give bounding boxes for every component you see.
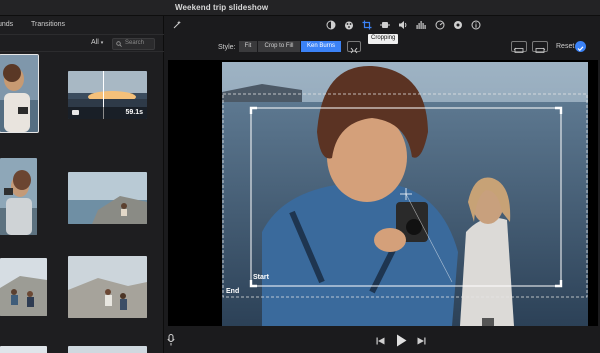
swap-arrows-icon bbox=[350, 47, 358, 54]
chevron-down-icon: ▾ bbox=[100, 40, 104, 46]
swap-start-end-button[interactable] bbox=[347, 41, 361, 54]
color-correction-icon[interactable] bbox=[344, 20, 354, 30]
tab-sounds[interactable]: unds bbox=[0, 21, 13, 28]
style-fit-button[interactable]: Fit bbox=[239, 41, 257, 52]
cropping-tooltip: Cropping bbox=[368, 34, 399, 44]
style-label: Style: bbox=[218, 44, 236, 51]
skip-forward-icon[interactable] bbox=[417, 337, 426, 345]
checkmark-icon bbox=[577, 46, 584, 52]
volume-icon[interactable] bbox=[398, 20, 408, 30]
tab-transitions[interactable]: Transitions bbox=[31, 21, 65, 28]
clip-thumbnail[interactable] bbox=[68, 346, 147, 353]
end-label: End bbox=[226, 288, 240, 295]
media-browser: unds Transitions All ▾ Search 59.1s bbox=[0, 16, 164, 353]
filter-dropdown[interactable]: All ▾ bbox=[91, 39, 103, 46]
clip-thumbnail[interactable] bbox=[0, 346, 47, 353]
start-label: Start bbox=[253, 274, 269, 281]
clip-thumbnail[interactable]: 59.1s bbox=[68, 71, 147, 119]
preview-stage: Start End bbox=[168, 60, 598, 326]
video-camera-icon bbox=[72, 110, 79, 115]
preview-image: Start End bbox=[222, 62, 588, 326]
info-icon[interactable] bbox=[471, 20, 481, 30]
playback-bar bbox=[165, 326, 600, 353]
apply-button[interactable] bbox=[575, 41, 586, 52]
browser-tabs: unds Transitions bbox=[0, 16, 164, 34]
style-crop-to-fill-button[interactable]: Crop to Fill bbox=[258, 41, 300, 52]
reset-button[interactable]: Reset bbox=[556, 43, 574, 50]
rotate-right-icon bbox=[535, 47, 546, 53]
filter-label: All bbox=[91, 39, 99, 46]
window-titlebar: Weekend trip slideshow bbox=[0, 0, 600, 16]
clip-info-bar: 59.1s bbox=[68, 107, 147, 119]
clip-thumbnail[interactable] bbox=[68, 172, 147, 224]
rotate-left-icon bbox=[513, 47, 524, 53]
color-balance-icon[interactable] bbox=[326, 20, 336, 30]
magic-wand-icon[interactable] bbox=[172, 20, 182, 30]
style-ken-burns-button[interactable]: Ken Burns bbox=[301, 41, 341, 52]
search-field[interactable]: Search bbox=[112, 38, 155, 50]
rotate-right-button[interactable] bbox=[532, 41, 548, 53]
search-icon bbox=[116, 41, 122, 47]
clip-thumbnail[interactable] bbox=[0, 258, 47, 316]
skip-back-icon[interactable] bbox=[376, 337, 385, 345]
search-placeholder: Search bbox=[125, 40, 145, 46]
window-title: Weekend trip slideshow bbox=[175, 3, 269, 12]
microphone-icon[interactable] bbox=[167, 334, 175, 346]
browser-filterbar: All ▾ Search bbox=[0, 34, 164, 52]
noise-reduction-icon[interactable] bbox=[416, 20, 426, 30]
stabilization-icon[interactable] bbox=[380, 20, 390, 30]
play-icon[interactable] bbox=[396, 334, 407, 347]
viewer-panel: Cropping Style: Fit Crop to Fill Ken Bur… bbox=[165, 16, 600, 353]
clip-thumbnail[interactable] bbox=[0, 54, 39, 133]
clip-duration: 59.1s bbox=[125, 109, 143, 116]
speed-icon[interactable] bbox=[435, 20, 445, 30]
rotate-left-button[interactable] bbox=[511, 41, 527, 53]
clip-thumbnail[interactable] bbox=[68, 256, 147, 318]
clip-thumbnail[interactable] bbox=[0, 158, 37, 235]
filter-icon[interactable] bbox=[453, 20, 463, 30]
cropping-icon[interactable] bbox=[362, 20, 372, 30]
